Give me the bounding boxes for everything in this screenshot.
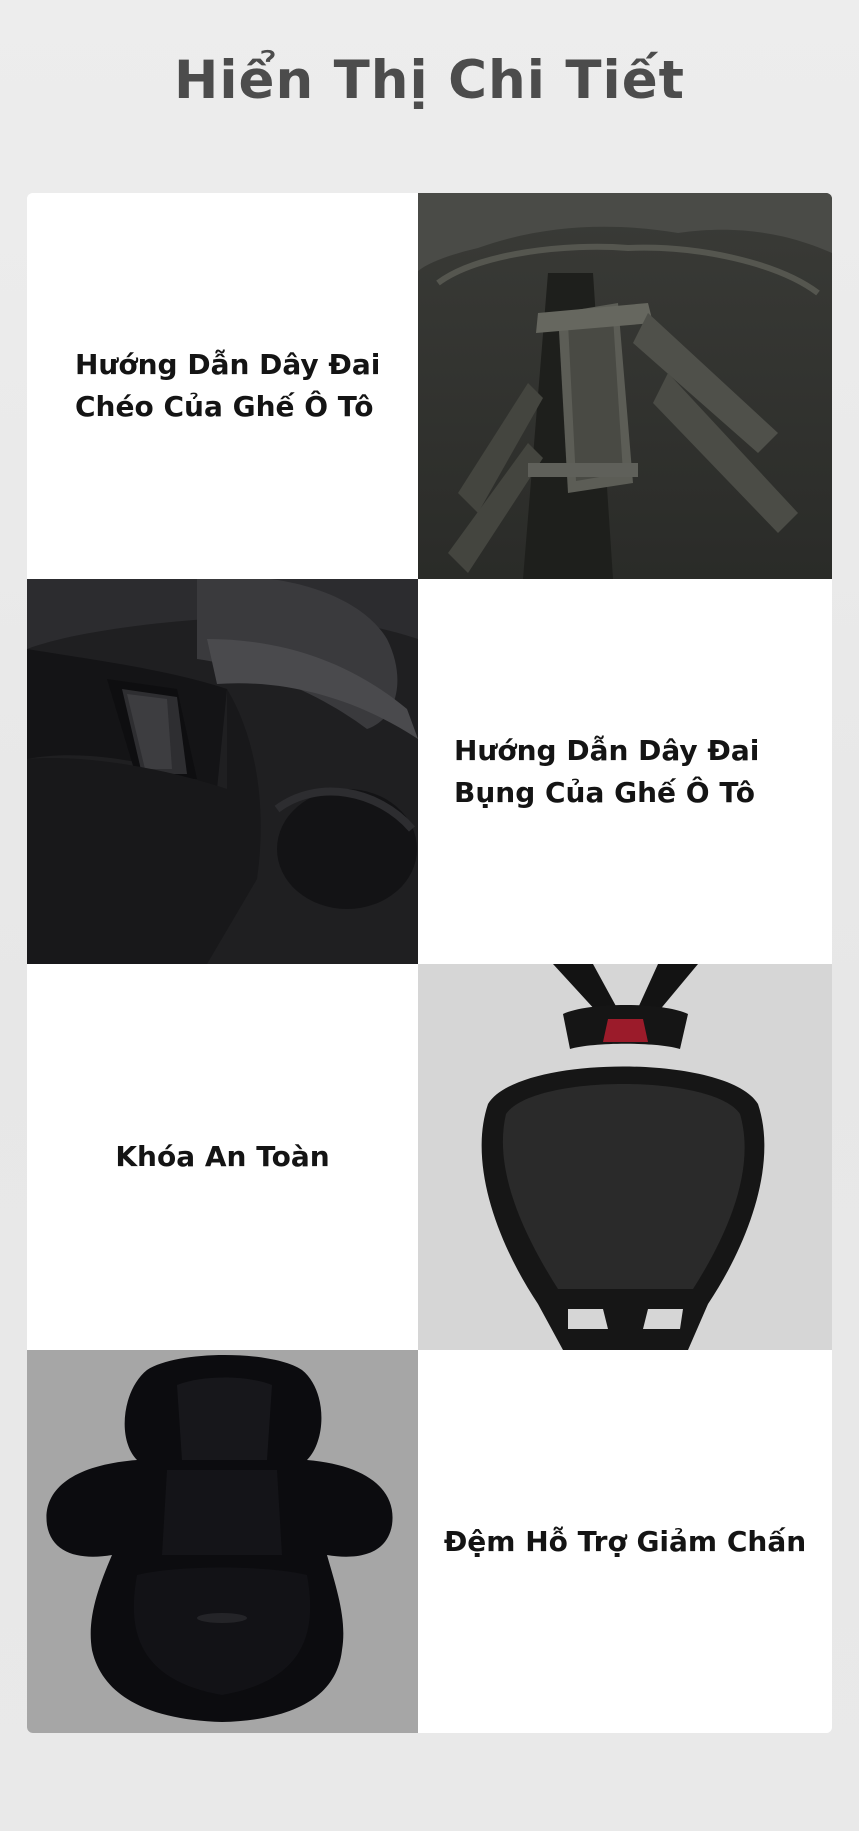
feature-label-cell-diagonal-belt: Hướng Dẫn Dây Đai Chéo Của Ghế Ô Tô — [27, 193, 418, 579]
page-title: Hiển Thị Chi Tiết — [173, 50, 685, 111]
shock-absorbing-cushion-photo — [27, 1350, 418, 1733]
detail-grid: Hướng Dẫn Dây Đai Chéo Của Ghế Ô Tô Hướn… — [27, 193, 832, 1733]
feature-label-safety-buckle: Khóa An Toàn — [115, 1140, 330, 1173]
feature-label-diagonal-belt: Hướng Dẫn Dây Đai Chéo Của Ghế Ô Tô — [75, 348, 381, 423]
feature-label-cushion: Đệm Hỗ Trợ Giảm Chấn — [443, 1524, 807, 1558]
feature-label-cell-cushion: Đệm Hỗ Trợ Giảm Chấn — [418, 1350, 832, 1733]
feature-label-cell-lap-belt: Hướng Dẫn Dây Đai Bụng Của Ghế Ô Tô — [418, 579, 832, 964]
lap-belt-guide-photo — [27, 579, 418, 964]
feature-label-cell-safety-buckle: Khóa An Toàn — [27, 964, 418, 1350]
diagonal-belt-guide-photo — [418, 193, 832, 579]
safety-buckle-photo — [418, 964, 832, 1350]
feature-label-lap-belt: Hướng Dẫn Dây Đai Bụng Của Ghế Ô Tô — [454, 733, 760, 809]
